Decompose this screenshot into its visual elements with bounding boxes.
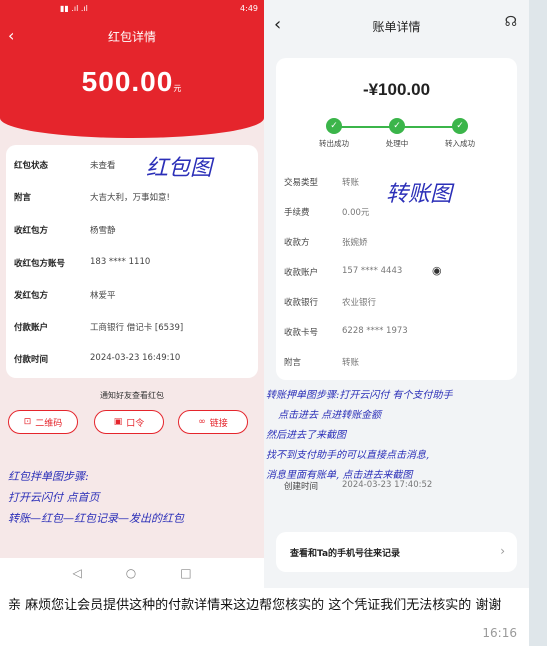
detail-row: 收款方 张婉娇 (284, 238, 368, 248)
check-icon: ✓ (452, 118, 468, 134)
detail-row: 红包状态 未查看 (14, 161, 116, 171)
step: ✓ 转入成功 (425, 118, 495, 149)
detail-row: 收款账户 157 **** 4443 ◉ (284, 264, 442, 278)
page-title: 红包详情 (107, 30, 156, 44)
transfer-screenshot: ‹ 账单详情 ☊ -¥100.00 ✓ 转出成功 ✓ 处理中 ✓ 转入成功 交易类型转… (264, 0, 529, 588)
progress-steps: ✓ 转出成功 ✓ 处理中 ✓ 转入成功 (276, 118, 517, 158)
handwritten-note-line: 点击进去 点进转账金额 (278, 410, 382, 421)
red-packet-screenshot: ▮▮ .ıl .ıl 4:49 ‹ 红包详情 500.00元 红包状态 未查看 附… (0, 0, 264, 588)
transfer-stamp: 转账图 (386, 182, 453, 207)
detail-row: 收款银行 农业银行 (284, 298, 377, 308)
detail-row: 付款时间 2024-03-23 16:49:10 (14, 353, 181, 365)
handwritten-note-line: 打开云闪付 点首页 (8, 491, 100, 504)
chevron-right-icon: › (500, 544, 505, 558)
detail-row: 收红包方 杨雪静 (14, 226, 116, 236)
handwritten-note-line: 转账—红包—红包记录—发出的红包 (8, 512, 184, 525)
message-time: 16:16 (482, 626, 517, 640)
handwritten-note-line: 找不到支付助手的可以直接点击消息, (266, 450, 430, 461)
detail-row: 附言 转账 (284, 358, 360, 368)
detail-row: 付款账户 工商银行 借记卡 [6539] (14, 323, 184, 333)
page-title: 账单详情 (372, 20, 421, 34)
bill-detail-card: -¥100.00 ✓ 转出成功 ✓ 处理中 ✓ 转入成功 交易类型 转账 手续费 0.00… (276, 58, 517, 380)
detail-row: 发红包方 林爱平 (14, 291, 116, 301)
system-nav-bar: ◁ ○ □ (0, 558, 264, 588)
detail-row: 收红包方账号 183 **** 1110 (14, 257, 151, 269)
link-button[interactable]: ∞ 链接 (178, 410, 248, 434)
check-icon: ✓ (389, 118, 405, 134)
lock-icon: ▣ (113, 417, 123, 427)
passcode-button[interactable]: ▣ 口令 (94, 410, 164, 434)
nav-home-icon[interactable]: ○ (126, 566, 136, 580)
bill-amount: -¥100.00 (362, 80, 431, 99)
signal-icon: ▮▮ .ıl .ıl (60, 3, 88, 13)
handwritten-note-line: 红包拌单图步骤: (8, 470, 89, 483)
phone-history-link[interactable]: 查看和Ta的手机号往来记录 › (276, 532, 517, 572)
create-time-value: 2024-03-23 17:40:52 (342, 480, 433, 490)
nav-back-icon[interactable]: ◁ (72, 566, 81, 580)
create-time-label: 创建时间 (284, 482, 319, 492)
notify-friend-text: 通知好友查看红包 (100, 391, 164, 400)
link-icon: ∞ (198, 417, 206, 427)
qr-code-button[interactable]: ⊡ 二维码 (8, 410, 78, 434)
message-text: 亲 麻烦您让会员提供这种的付款详情来这边帮您核实的 这个凭证我们无法核实的 谢谢 (8, 598, 502, 613)
red-packet-stamp: 红包图 (146, 156, 213, 181)
handwritten-note-line: 消息里面有账单, 点击进去来截图 (266, 470, 413, 481)
packet-amount: 500.00元 (81, 66, 183, 97)
phone-history-label: 查看和Ta的手机号往来记录 (290, 549, 401, 559)
chat-message: 亲 麻烦您让会员提供这种的付款详情来这边帮您核实的 这个凭证我们无法核实的 谢谢… (0, 588, 529, 646)
packet-detail-card: 红包状态 未查看 附言 大吉大利，万事如意! 收红包方 杨雪静 收红包方账号 183 *… (6, 145, 258, 378)
top-bar: ‹ 账单详情 ☊ (264, 0, 529, 50)
eye-icon[interactable]: ◉ (432, 264, 442, 277)
handwritten-note-line: 转账押单图步骤:打开云闪付 有个支付助手 (266, 390, 453, 401)
handwritten-note-line: 然后进去了来截图 (266, 430, 346, 441)
step: ✓ 转出成功 (299, 118, 369, 149)
status-time: 4:49 (240, 3, 258, 13)
headset-icon[interactable]: ☊ (505, 14, 517, 30)
qr-icon: ⊡ (23, 417, 32, 427)
background-strip (529, 0, 547, 646)
red-packet-header: ‹ 红包详情 500.00元 (0, 16, 264, 138)
detail-row: 收款卡号 6228 **** 1973 (284, 326, 408, 338)
nav-recent-icon[interactable]: □ (180, 566, 191, 580)
status-bar: ▮▮ .ıl .ıl 4:49 (0, 0, 264, 16)
check-icon: ✓ (326, 118, 342, 134)
step: ✓ 处理中 (362, 118, 432, 149)
detail-row: 附言 大吉大利，万事如意! (14, 193, 170, 203)
